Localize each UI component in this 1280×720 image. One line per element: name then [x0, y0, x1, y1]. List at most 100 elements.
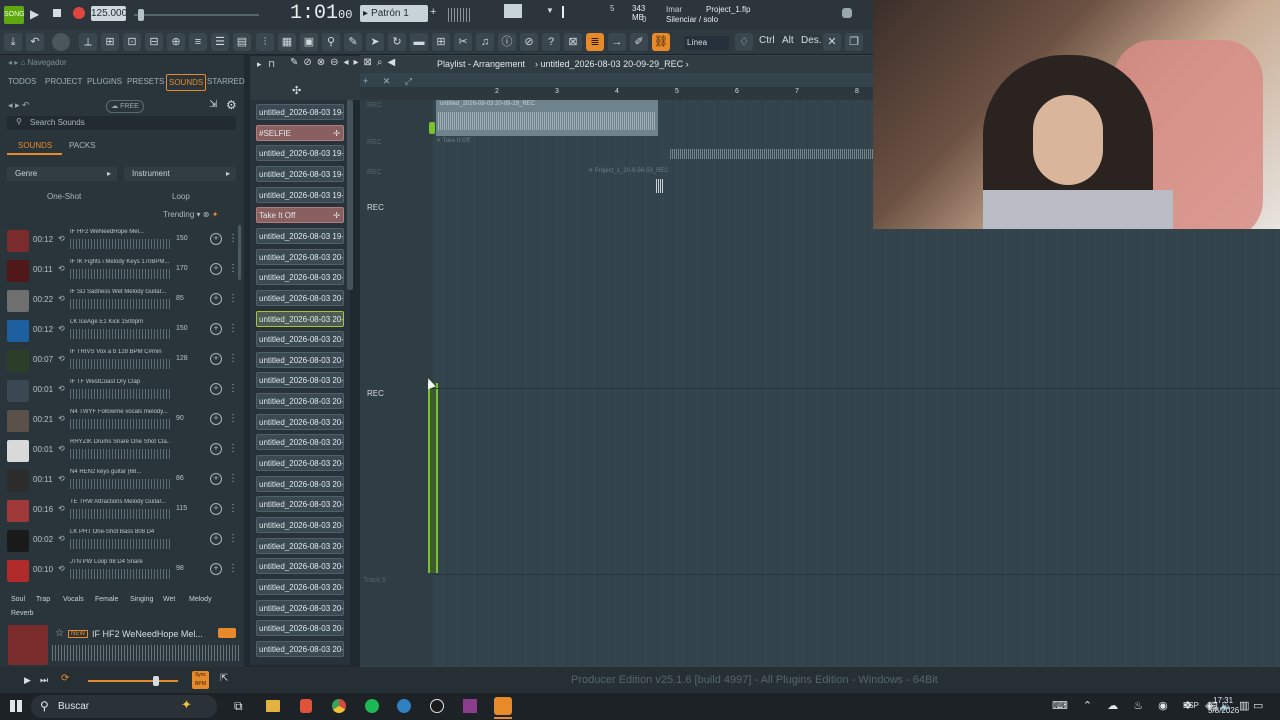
play-sound-icon[interactable]: ⟲	[58, 384, 65, 393]
play-sound-icon[interactable]: ⟲	[58, 564, 65, 573]
sound-row[interactable]: 00:21 ⟲ N4 TWYF Followme vocals melody... 9…	[0, 406, 244, 436]
alt-key[interactable]: Alt	[782, 35, 794, 46]
refresh-icon[interactable]: ↻	[388, 33, 406, 51]
browser-expand-icon[interactable]: ⇱	[220, 673, 228, 684]
play-sound-icon[interactable]: ⟲	[58, 324, 65, 333]
sound-row[interactable]: 00:10 ⟲ JTN PW Loop 98 D4 Snare 98 + ⋮	[0, 556, 244, 586]
play-sound-icon[interactable]: ⟲	[58, 504, 65, 513]
browser-next-icon[interactable]: ⏭	[40, 675, 48, 686]
browser-loop-icon[interactable]: ⟳	[61, 673, 69, 684]
add-sound-icon[interactable]: +	[210, 443, 222, 455]
pattern-item[interactable]: Take It Off ✢	[256, 207, 344, 224]
sound-row[interactable]: 00:02 ⟲ LK PHT One-Shot Bass 808 D4 + ⋮	[0, 526, 244, 556]
more-options-icon[interactable]: ⋮	[228, 413, 238, 424]
pattern-item[interactable]: untitled_2026-08-03 20-...	[256, 517, 344, 533]
tag-chip[interactable]: Vocals	[63, 596, 84, 603]
sound-row[interactable]: 00:22 ⟲ IF SD Sadness Wet Melody Guitar...…	[0, 286, 244, 316]
project-clip-label[interactable]: ✕ Project_1_20-8-56-53_REC	[588, 167, 669, 174]
preview-add-button[interactable]	[218, 628, 236, 638]
add-sound-icon[interactable]: +	[210, 413, 222, 425]
pattern-item[interactable]: untitled_2026-08-03 19-...	[256, 186, 344, 203]
step-edit-icon[interactable]: ⊟	[145, 33, 163, 51]
pattern-item[interactable]: untitled_2026-08-03 20-...	[256, 599, 344, 616]
wait-icon[interactable]: ⊞	[101, 33, 119, 51]
pattern-item[interactable]: untitled_2026-08-03 19-...	[256, 104, 344, 120]
fl-studio-icon[interactable]	[494, 697, 512, 715]
subtab-sounds[interactable]: SOUNDS	[18, 141, 52, 150]
clock-date[interactable]: 5/8/2026	[1208, 706, 1239, 715]
pattern-item[interactable]: untitled_2026-08-03 20-...	[256, 351, 344, 368]
more-options-icon[interactable]: ⋮	[228, 233, 238, 244]
sound-row[interactable]: 00:16 ⟲ TE TRW Attractions Melody Guitar..…	[0, 496, 244, 526]
obs-icon[interactable]	[430, 699, 444, 713]
free-filter-toggle[interactable]: ☁ FREE	[106, 100, 144, 113]
magnet-icon[interactable]: ⊓	[268, 59, 275, 70]
sound-row[interactable]: 00:11 ⟲ N4 REN2 keys guitar (68... 86 + ⋮	[0, 466, 244, 496]
save-icon[interactable]: ▬	[410, 33, 428, 51]
pattern-item[interactable]: untitled_2026-08-03 20-...	[256, 331, 344, 348]
tag-chip[interactable]: Soul	[11, 596, 25, 603]
loop-record-icon[interactable]: ⊕	[167, 33, 185, 51]
pattern-item[interactable]: untitled_2026-08-03 20-...	[256, 248, 344, 265]
loop-filter[interactable]: Loop	[172, 192, 190, 201]
paint-icon[interactable]: ✎	[344, 33, 362, 51]
take-clip-wave[interactable]	[670, 149, 873, 159]
more-options-icon[interactable]: ⋮	[228, 503, 238, 514]
add-sound-icon[interactable]: +	[210, 563, 222, 575]
clock-time[interactable]: 17:31	[1213, 696, 1233, 705]
undo-icon[interactable]: ↶	[26, 33, 44, 51]
tab-todos[interactable]: TODOS	[8, 77, 36, 86]
tag-chip[interactable]: Female	[95, 596, 118, 603]
pattern-item[interactable]: untitled_2026-08-03 20-...	[256, 269, 344, 286]
browser-arrows-icon[interactable]: ◂ ▸ ⌂	[8, 58, 28, 67]
track-mute-led[interactable]	[429, 122, 435, 134]
add-sound-icon[interactable]: +	[210, 533, 222, 545]
add-track-icon[interactable]: +	[363, 76, 368, 86]
tab-presets[interactable]: PRESETS	[127, 77, 164, 86]
pattern-add-icon[interactable]: ✢	[333, 126, 340, 140]
pattern-selector[interactable]: ▸ Patrón 1	[360, 5, 428, 22]
pattern-add-icon[interactable]: +	[430, 6, 436, 18]
start-icon[interactable]	[10, 700, 22, 712]
pattern-item[interactable]: untitled_2026-08-03 20-...	[256, 372, 344, 389]
add-sound-icon[interactable]: +	[210, 263, 222, 275]
add-sound-icon[interactable]: +	[210, 383, 222, 395]
export-icon[interactable]: ⇲	[209, 99, 217, 110]
more-options-icon[interactable]: ⋮	[228, 293, 238, 304]
tag-chip[interactable]: Singing	[130, 596, 153, 603]
oneshot-filter[interactable]: One-Shot	[47, 192, 81, 201]
arrow-icon[interactable]: ➤	[366, 33, 384, 51]
timeline-ruler[interactable]: 2 3 4 5 6 7 8	[360, 87, 873, 100]
more-options-icon[interactable]: ⋮	[228, 563, 238, 574]
line-mode-select[interactable]: Línea	[684, 36, 729, 50]
pattern-item[interactable]: untitled_2026-08-03 20-...	[256, 475, 344, 492]
browser-back-icon[interactable]: ◂ ▸ ↶	[8, 100, 30, 111]
ctrl-key[interactable]: Ctrl	[759, 35, 775, 46]
language-indicator[interactable]: ESP	[1183, 701, 1199, 710]
close-icon[interactable]: ✕	[823, 33, 841, 51]
brave-icon[interactable]	[300, 699, 312, 713]
recording-clip[interactable]	[428, 383, 438, 573]
download-icon[interactable]: ⤓	[4, 33, 22, 51]
pattern-item[interactable]: untitled_2026-08-03 20-...	[256, 620, 344, 637]
taskview-icon[interactable]: ⧉	[234, 699, 243, 714]
pattern-item[interactable]: untitled_2026-08-03 19-...	[256, 145, 344, 162]
blend-notes-icon[interactable]: ≡	[189, 33, 207, 51]
snap-icon[interactable]: ⊠	[564, 33, 582, 51]
pattern-item[interactable]: untitled_2026-08-03 20-...	[256, 434, 344, 451]
lock-icon[interactable]	[842, 8, 852, 18]
down-arrow-icon[interactable]: ▼	[546, 6, 554, 15]
stop-icon[interactable]	[53, 9, 61, 17]
pattern-item[interactable]: untitled_2026-08-03 20-...	[256, 413, 344, 430]
pattern-item[interactable]: untitled_2026-08-03 20-...	[256, 578, 344, 595]
sort-dropdown[interactable]: Trending ▾ ⊗ ✦	[163, 210, 218, 219]
sync-bpm-button[interactable]: Sync BPM	[192, 671, 209, 689]
audio-clip[interactable]: untitled_2026-08-03 20-09-29_REC	[436, 100, 658, 136]
pattern-item[interactable]: #SELFIE ✢	[256, 124, 344, 141]
browser-volume-knob[interactable]	[153, 676, 159, 686]
pattern-item[interactable]: untitled_2026-08-03 20-...	[256, 393, 344, 410]
play-sound-icon[interactable]: ⟲	[58, 414, 65, 423]
add-sound-icon[interactable]: +	[210, 293, 222, 305]
pattern-prev-icon[interactable]: ▸	[360, 8, 371, 19]
add-sound-icon[interactable]: +	[210, 233, 222, 245]
